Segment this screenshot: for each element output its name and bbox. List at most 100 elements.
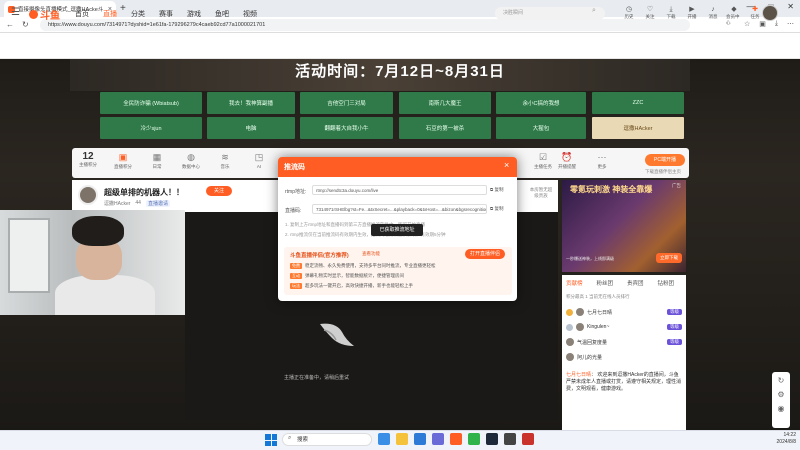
vote-button-highlighted[interactable]: 逗撒HAcker	[592, 117, 684, 139]
site-search-input[interactable]: 决胜瞬间	[495, 7, 605, 20]
tab-contribution[interactable]: 贡献榜	[566, 279, 583, 287]
task-icon: ☑	[538, 152, 548, 162]
back-icon[interactable]: ←	[6, 20, 14, 29]
open-companion-button[interactable]: 打开直播伴侣	[465, 249, 505, 259]
edge-icon[interactable]	[414, 433, 426, 445]
promo-text: 稳定流畅、永久免费使用，支持多平台同时推流，专业直播更轻松	[305, 263, 436, 268]
tab-vip[interactable]: 贵宾团	[627, 279, 644, 287]
invite-tag[interactable]: 直播邀请	[145, 200, 170, 207]
promo-tag: 免费	[290, 263, 302, 269]
douyu-logo[interactable]: 斗鱼	[29, 7, 60, 22]
task-view-icon[interactable]	[378, 433, 390, 445]
streamer-level: 44	[135, 200, 141, 206]
windows-start-icon[interactable]	[265, 434, 277, 446]
vote-button[interactable]: 石豆的第一被杀	[399, 117, 491, 139]
stream-key-field[interactable]: 7314971rSHElbg?st=Fe...&txSecret=...&pla…	[312, 204, 487, 214]
url-input[interactable]: https://www.douyu.com/7314971?dyshid=1e6…	[40, 19, 690, 31]
tasks-button[interactable]: ✚ 任务	[747, 5, 763, 26]
rank-row[interactable]: 阿儿的光量	[566, 351, 682, 363]
vote-button[interactable]: 翻翻着大自我小牛	[300, 117, 393, 139]
streamer-avatar[interactable]	[78, 185, 98, 205]
downloads-icon[interactable]: ⤓	[775, 20, 778, 28]
streamer-name[interactable]: 逗撒HAcker	[104, 200, 130, 207]
vote-button[interactable]: 余小C搞的我想	[496, 92, 586, 114]
download-companion-link[interactable]: 下载直播伴侣主页	[645, 169, 681, 175]
nav-home[interactable]: 首页	[75, 9, 89, 19]
history-button[interactable]: ◷ 历史	[621, 5, 637, 26]
copy-key-button[interactable]: ⧉ 复制	[490, 206, 503, 212]
dialog-header	[278, 157, 517, 177]
pc-start-live-button[interactable]: PC端开播	[645, 154, 685, 166]
file-explorer-icon[interactable]	[396, 433, 408, 445]
vote-button[interactable]: 吉他空门三对局	[300, 92, 393, 114]
follow-button[interactable]: 关注	[206, 186, 232, 196]
download-button[interactable]: ⤓ 下载	[663, 5, 679, 26]
steam-icon[interactable]	[486, 433, 498, 445]
vip-label: 会员中心	[726, 14, 740, 25]
vote-button[interactable]: 全民防诈骗 (Wbiatsub)	[100, 92, 202, 114]
toolbar-item[interactable]: ◳ AI	[248, 151, 270, 169]
promo-text: 弹幕礼物实时显示，智能数据统计，便捷管理房间	[305, 273, 404, 278]
rtmp-url-field[interactable]: rtmp://sendtc3a.douyu.com/live	[312, 185, 487, 195]
toolbar-item[interactable]: ☑ 主播任务	[532, 151, 554, 170]
tab-fans[interactable]: 粉丝团	[597, 279, 614, 287]
rank-row[interactable]: 气温回复度量 等级	[566, 336, 682, 348]
copy-label: 复制	[494, 187, 504, 192]
settings-icon[interactable]: ⚙	[777, 390, 784, 399]
ad-download-button[interactable]: 立即下载	[656, 253, 682, 263]
dialog-title: 推流码	[284, 164, 305, 171]
search-icon: ⌕	[288, 435, 292, 441]
app-icon[interactable]	[522, 433, 534, 445]
copy-rtmp-button[interactable]: ⧉ 复制	[490, 187, 503, 193]
promo-link[interactable]: 查看功能	[362, 251, 380, 257]
vote-button[interactable]: 冷少sjun	[100, 117, 202, 139]
nav-live[interactable]: 直播	[103, 9, 117, 19]
messages-button[interactable]: ♪ 消息	[705, 5, 721, 26]
toolbar-item[interactable]: ◍ 数据中心	[180, 151, 202, 170]
nav-category[interactable]: 分类	[131, 9, 145, 19]
toolbar-label: 音乐	[220, 164, 230, 169]
user-avatar[interactable]	[762, 5, 778, 21]
vote-button[interactable]: 大猩包	[496, 117, 586, 139]
nav-games[interactable]: 游戏	[187, 9, 201, 19]
douyu-app-icon[interactable]	[450, 433, 462, 445]
copy-label: 复制	[494, 206, 504, 211]
search-icon[interactable]: ⌕	[592, 7, 596, 15]
start-live-button[interactable]: ▶ 开播	[684, 5, 700, 26]
menu-icon[interactable]: ☰	[11, 7, 20, 18]
rank-row[interactable]: Kingulen~ 等级	[566, 321, 682, 333]
obs-icon[interactable]	[504, 433, 516, 445]
tab-diamond[interactable]: 钻粉团	[658, 279, 675, 287]
nav-video[interactable]: 视频	[243, 9, 257, 19]
nav-events[interactable]: 赛事	[159, 9, 173, 19]
more-icon[interactable]: ⋯	[787, 20, 794, 28]
rank-row[interactable]: 七月七日晴 等级	[566, 306, 682, 318]
vote-button[interactable]: 电脑	[207, 117, 295, 139]
vote-button[interactable]: ZZC	[592, 92, 684, 114]
toolbar-item[interactable]: ⏰ 开播提醒	[556, 151, 578, 170]
download-icon: ⤓	[669, 6, 673, 13]
toolbar-label: 直播积分	[114, 164, 132, 169]
toolbar-item[interactable]: ≋ 音乐	[214, 151, 236, 170]
follow-button[interactable]: ♡ 关注	[642, 5, 658, 26]
nav-yuba[interactable]: 鱼吧	[215, 9, 229, 19]
refresh-icon[interactable]: ↻	[22, 20, 29, 29]
gift-icon[interactable]: ◉	[778, 404, 785, 413]
wechat-icon[interactable]	[468, 433, 480, 445]
close-icon[interactable]: ×	[504, 160, 509, 170]
taskbar-search[interactable]: 搜索	[282, 433, 372, 446]
vote-button[interactable]: 南斯几大魔王	[399, 92, 491, 114]
close-window-button[interactable]: ✕	[787, 2, 794, 11]
toolbar-item[interactable]: ⋯ 更多	[591, 151, 613, 170]
vip-button[interactable]: ◆ 会员中心	[726, 5, 742, 26]
vote-button[interactable]: 我去！我神算副播	[207, 92, 295, 114]
rank-user-name: Kingulen~	[587, 324, 610, 330]
toolbar-item[interactable]: ▣ 直播积分	[112, 151, 134, 170]
toolbar-item[interactable]: ▦ 日常	[146, 151, 168, 170]
toolbar-label: AI	[256, 164, 262, 169]
chat-user-name[interactable]: 七月七日晴	[566, 372, 591, 378]
store-icon[interactable]	[432, 433, 444, 445]
replay-icon[interactable]: ↻	[778, 376, 785, 385]
system-clock[interactable]: 14:22 2024/8/8	[770, 432, 796, 446]
more-dots-icon: ⋯	[597, 152, 607, 162]
